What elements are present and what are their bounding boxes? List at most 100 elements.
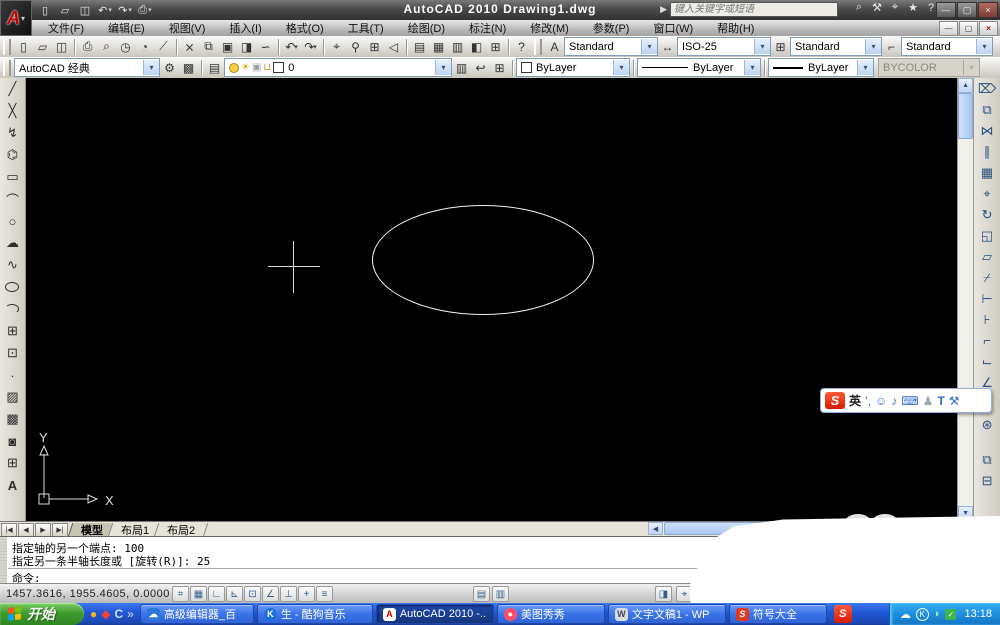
quickcalc-button[interactable]: ⊞ xyxy=(486,38,505,56)
undo-button[interactable]: ↶ ▾ xyxy=(96,2,114,18)
drawing-canvas[interactable]: Y X xyxy=(25,78,958,521)
zoom-previous-button[interactable]: ◁ xyxy=(384,38,403,56)
text-style-combo[interactable]: Standard ▾ xyxy=(564,37,658,56)
publish-button[interactable]: ◷ xyxy=(116,38,135,56)
linetype-combo[interactable]: ByLayer ▾ xyxy=(637,58,761,77)
settings-wrench-icon[interactable]: ⚒ xyxy=(949,394,960,408)
chevron-down-icon[interactable]: ▾ xyxy=(143,60,159,75)
print-button[interactable]: ⎙ ▾ xyxy=(136,2,154,18)
model-space-button[interactable]: ▤ xyxy=(473,586,490,602)
emoji-icon[interactable]: ☺ xyxy=(875,394,887,408)
bring-to-front-button[interactable]: ⧉ xyxy=(976,449,998,470)
ellipse-arc-button[interactable] xyxy=(1,298,23,320)
quick-view-drawings-button[interactable]: ◨ xyxy=(655,586,672,602)
mleader-style-icon[interactable]: ⌐ xyxy=(882,38,901,56)
chevron-down-icon[interactable]: ▾ xyxy=(744,60,760,75)
ducs-toggle[interactable]: ⊥ xyxy=(280,586,297,602)
paste-button[interactable]: ▣ xyxy=(218,38,237,56)
join-button[interactable]: ⌙ xyxy=(976,351,998,372)
quicklaunch-red-icon[interactable]: ◆ xyxy=(101,607,110,621)
redo-button[interactable]: ↷ ▾ xyxy=(301,38,320,56)
ortho-toggle[interactable]: ∟ xyxy=(208,586,225,602)
trim-button[interactable]: ⌿ xyxy=(976,267,998,288)
tool-palettes-button[interactable]: ▥ xyxy=(448,38,467,56)
menu-tools[interactable]: 工具(T) xyxy=(336,19,396,37)
app-menu-button[interactable]: A ▾ xyxy=(0,0,32,36)
search-go-icon[interactable]: ▶ xyxy=(660,4,667,15)
move-button[interactable]: ⌖ xyxy=(976,183,998,204)
quicklaunch-coin-icon[interactable]: ● xyxy=(90,607,97,621)
lwt-toggle[interactable]: ≡ xyxy=(316,586,333,602)
tab-layout2[interactable]: 布局2 xyxy=(153,522,209,537)
new-button[interactable]: ▯ xyxy=(36,2,54,18)
erase-button[interactable]: ⌦ xyxy=(976,78,998,99)
menu-window[interactable]: 窗口(W) xyxy=(641,19,705,37)
account-icon[interactable]: ♟ xyxy=(923,394,934,408)
text-style-icon[interactable]: A xyxy=(545,38,564,56)
dim-style-combo[interactable]: ISO-25 ▾ xyxy=(677,37,771,56)
favorites-icon[interactable]: ★ xyxy=(906,1,920,14)
properties-button[interactable]: ▤ xyxy=(410,38,429,56)
line-button[interactable]: ╱ xyxy=(1,78,23,100)
doc-minimize-button[interactable]: — xyxy=(939,21,958,36)
communication-icon[interactable]: ⌖ xyxy=(888,1,902,14)
scroll-up-button[interactable]: ▲ xyxy=(958,78,974,93)
undo-button[interactable]: ↶ ▾ xyxy=(282,38,301,56)
quicklaunch-browser-icon[interactable]: C xyxy=(114,607,123,621)
chevron-down-icon[interactable]: ▾ xyxy=(865,39,881,54)
command-window-grip[interactable] xyxy=(0,537,7,584)
skin-icon[interactable]: T xyxy=(937,394,944,408)
toolbar-grip[interactable] xyxy=(3,59,11,76)
menu-format[interactable]: 格式(O) xyxy=(274,19,336,37)
menu-view[interactable]: 视图(V) xyxy=(157,19,218,37)
search-input[interactable] xyxy=(670,2,838,17)
insert-block-button[interactable]: ⊞ xyxy=(1,320,23,342)
cloud-tray-icon[interactable]: ☁ xyxy=(900,608,911,621)
extend-button[interactable]: ⊢ xyxy=(976,288,998,309)
osnap-toggle[interactable]: ⊡ xyxy=(244,586,261,602)
open-button[interactable]: ▱ xyxy=(33,38,52,56)
zoom-window-button[interactable]: ⊞ xyxy=(365,38,384,56)
minimize-button[interactable]: — xyxy=(936,2,956,18)
construction-line-button[interactable]: ╳ xyxy=(1,100,23,122)
table-style-icon[interactable]: ⊞ xyxy=(771,38,790,56)
markup-button[interactable]: ⟋ xyxy=(154,38,173,56)
lineweight-combo[interactable]: ByLayer ▾ xyxy=(768,58,874,77)
task-kugou[interactable]: K 生 - 酷狗音乐 xyxy=(256,604,373,624)
kugou-tray-icon[interactable]: K xyxy=(915,607,929,621)
task-meitu[interactable]: ● 美图秀秀 xyxy=(496,604,605,624)
offset-button[interactable]: ∥ xyxy=(976,141,998,162)
mtext-button[interactable]: A xyxy=(1,474,23,496)
ime-language-toggle[interactable]: 英 xyxy=(849,392,861,409)
toolbar-grip[interactable] xyxy=(534,38,542,55)
sheetset-button[interactable]: ◧ xyxy=(467,38,486,56)
table-style-combo[interactable]: Standard ▾ xyxy=(790,37,882,56)
chevron-down-icon[interactable]: ▾ xyxy=(976,39,992,54)
menu-draw[interactable]: 绘图(D) xyxy=(396,19,457,37)
tab-first-button[interactable]: |◀ xyxy=(1,522,17,537)
start-button[interactable]: 开始 xyxy=(0,603,84,625)
dyn-toggle[interactable]: + xyxy=(298,586,315,602)
menu-dimension[interactable]: 标注(N) xyxy=(457,19,518,37)
rectangle-button[interactable]: ▭ xyxy=(1,166,23,188)
ime-punctuation-toggle[interactable]: ’, xyxy=(865,394,871,408)
workspace-settings-button[interactable]: ⚙ xyxy=(160,59,179,77)
color-combo[interactable]: ByLayer ▾ xyxy=(516,58,630,77)
array-button[interactable]: ▦ xyxy=(976,162,998,183)
chevron-down-icon[interactable]: ▾ xyxy=(641,39,657,54)
zoom-realtime-button[interactable]: ⚲ xyxy=(346,38,365,56)
break-at-point-button[interactable]: ⊦ xyxy=(976,309,998,330)
layer-on-icon[interactable] xyxy=(229,62,239,73)
explode-button[interactable]: ⊛ xyxy=(976,414,998,435)
layer-states-button[interactable]: ⊞ xyxy=(490,59,509,77)
menu-file[interactable]: 文件(F) xyxy=(36,19,96,37)
save-workspace-button[interactable]: ▩ xyxy=(179,59,198,77)
save-button[interactable]: ◫ xyxy=(76,2,94,18)
soft-keyboard-icon[interactable]: ⌨ xyxy=(901,394,918,408)
hatch-button[interactable]: ▨ xyxy=(1,386,23,408)
quick-view-layouts-button[interactable]: ▥ xyxy=(492,586,509,602)
menu-insert[interactable]: 插入(I) xyxy=(217,19,273,37)
match-properties-button[interactable]: ∽ xyxy=(256,38,275,56)
search-icon[interactable]: ⌕ xyxy=(852,1,866,14)
point-button[interactable]: ∙ xyxy=(1,364,23,386)
